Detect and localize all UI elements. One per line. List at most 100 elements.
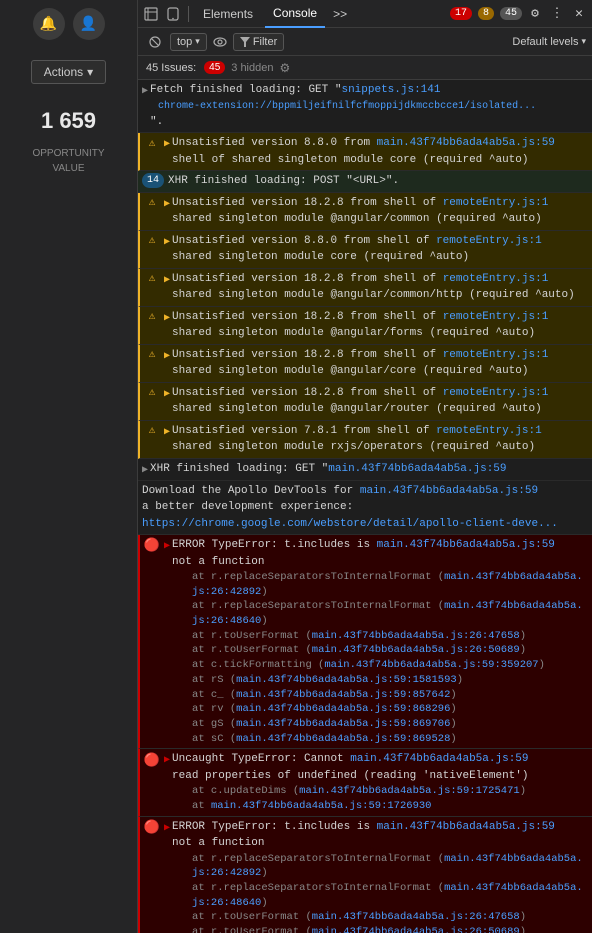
warning-icon: ⚠: [144, 136, 160, 152]
expand-arrow-icon[interactable]: ▶: [164, 273, 170, 288]
message-content: XHR finished loading: GET "main.43f74bb6…: [150, 461, 588, 478]
stop-recording-icon[interactable]: [144, 31, 166, 53]
devtools-panel: Elements Console >> 17 8 45 ⚙ ⋮ ✕ top ▾: [138, 0, 592, 933]
stack-line: at gS (main.43f74bb6ada4ab5a.js:59:86970…: [172, 717, 588, 732]
remote-entry-link-4[interactable]: remoteEntry.js:1: [443, 311, 549, 323]
label-value: VALUE: [32, 161, 104, 176]
filter-button[interactable]: Filter: [233, 33, 284, 51]
stack-link[interactable]: main.43f74bb6ada4ab5a.js:26:42892: [192, 853, 583, 880]
expand-arrow-icon[interactable]: ▶: [164, 137, 170, 152]
stack-line: at main.43f74bb6ada4ab5a.js:59:1726930: [172, 799, 588, 814]
stack-link[interactable]: main.43f74bb6ada4ab5a.js:26:48640: [192, 600, 583, 627]
snippets-link[interactable]: snippets.js:141: [341, 84, 440, 96]
main-js-link-3[interactable]: main.43f74bb6ada4ab5a.js:59: [360, 485, 538, 497]
error-count-badge: 17: [450, 7, 472, 20]
remote-entry-link[interactable]: remoteEntry.js:1: [443, 197, 549, 209]
message-error-1: 🔴 ▶ ERROR TypeError: t.includes is main.…: [138, 535, 592, 749]
message-error-2: 🔴 ▶ Uncaught TypeError: Cannot main.43f7…: [138, 749, 592, 816]
expand-arrow-icon[interactable]: ▶: [142, 84, 148, 99]
stack-link[interactable]: main.43f74bb6ada4ab5a.js:26:47658: [312, 911, 520, 923]
expand-arrow-icon[interactable]: ▶: [142, 463, 148, 478]
settings-icon[interactable]: ⚙: [526, 5, 544, 23]
message-error-3: 🔴 ▶ ERROR TypeError: t.includes is main.…: [138, 817, 592, 933]
stack-link[interactable]: main.43f74bb6ada4ab5a.js:59:1581593: [236, 674, 457, 686]
detach-icon[interactable]: ⋮: [548, 5, 566, 23]
expand-arrow-icon[interactable]: ▶: [164, 311, 170, 326]
message-content: Unsatisfied version 7.8.1 from shell of …: [172, 423, 588, 456]
stack-line: at r.replaceSeparatorsToInternalFormat (…: [172, 881, 588, 910]
stack-link[interactable]: main.43f74bb6ada4ab5a.js:59:857642: [236, 689, 450, 701]
stack-line: at r.toUserFormat (main.43f74bb6ada4ab5a…: [172, 643, 588, 658]
message-warning-2: ⚠ ▶ Unsatisfied version 18.2.8 from shel…: [138, 193, 592, 231]
stack-link[interactable]: main.43f74bb6ada4ab5a.js:26:42892: [192, 571, 583, 598]
expand-arrow-icon[interactable]: ▶: [164, 753, 170, 768]
main-js-error-link-2[interactable]: main.43f74bb6ada4ab5a.js:59: [350, 753, 528, 765]
stack-link[interactable]: main.43f74bb6ada4ab5a.js:26:50689: [312, 926, 520, 933]
expand-arrow-icon[interactable]: ▶: [164, 387, 170, 402]
stack-link[interactable]: main.43f74bb6ada4ab5a.js:59:869528: [236, 733, 450, 745]
expand-arrow-icon[interactable]: ▶: [164, 821, 170, 836]
main-js-link-2[interactable]: main.43f74bb6ada4ab5a.js:59: [328, 463, 506, 475]
stack-link[interactable]: main.43f74bb6ada4ab5a.js:59:868296: [236, 703, 450, 715]
inspect-element-icon[interactable]: [142, 5, 160, 23]
stack-link[interactable]: main.43f74bb6ada4ab5a.js:26:50689: [312, 644, 520, 656]
warning-icon: ⚠: [144, 386, 160, 402]
eye-icon[interactable]: [211, 33, 229, 51]
tab-more[interactable]: >>: [329, 0, 351, 28]
remote-entry-link-2[interactable]: remoteEntry.js:1: [436, 235, 542, 247]
stack-line: at r.replaceSeparatorsToInternalFormat (…: [172, 570, 588, 599]
expand-arrow-icon[interactable]: ▶: [164, 349, 170, 364]
error-icon: 🔴: [144, 538, 160, 554]
stack-line: at r.replaceSeparatorsToInternalFormat (…: [172, 852, 588, 881]
remote-entry-link-7[interactable]: remoteEntry.js:1: [436, 425, 542, 437]
tab-console[interactable]: Console: [265, 0, 325, 28]
hidden-count-label: 3 hidden: [231, 62, 273, 74]
warning-icon: ⚠: [144, 196, 160, 212]
message-warning-3: ⚠ ▶ Unsatisfied version 8.8.0 from shell…: [138, 231, 592, 269]
stack-link[interactable]: main.43f74bb6ada4ab5a.js:26:47658: [312, 630, 520, 642]
chrome-store-link[interactable]: https://chrome.google.com/webstore/detai…: [142, 518, 558, 530]
expand-arrow-icon[interactable]: ▶: [164, 197, 170, 212]
sidebar-labels: OPPORTUNITY VALUE: [32, 146, 104, 176]
expand-arrow-icon[interactable]: ▶: [164, 425, 170, 440]
remote-entry-link-5[interactable]: remoteEntry.js:1: [443, 349, 549, 361]
number-display: 1 659: [41, 108, 96, 134]
issues-gear-icon[interactable]: ⚙: [279, 61, 290, 75]
error-icon: 🔴: [144, 752, 160, 768]
expand-arrow-icon[interactable]: ▶: [164, 539, 170, 554]
main-js-error-link-3[interactable]: main.43f74bb6ada4ab5a.js:59: [377, 821, 555, 833]
device-toolbar-icon[interactable]: [164, 5, 182, 23]
stack-link[interactable]: main.43f74bb6ada4ab5a.js:26:48640: [192, 882, 583, 909]
level-select[interactable]: top ▾: [170, 33, 207, 51]
devtools-toolbar2: top ▾ Filter Default levels ▾: [138, 28, 592, 56]
actions-button[interactable]: Actions ▾: [31, 60, 106, 84]
stack-line: at c.updateDims (main.43f74bb6ada4ab5a.j…: [172, 784, 588, 799]
stack-link[interactable]: main.43f74bb6ada4ab5a.js:59:359207: [324, 659, 538, 671]
default-levels-button[interactable]: Default levels ▾: [512, 36, 586, 48]
stack-link[interactable]: main.43f74bb6ada4ab5a.js:59:869706: [236, 718, 450, 730]
left-sidebar: 🔔 👤 Actions ▾ 1 659 OPPORTUNITY VALUE: [0, 0, 138, 933]
user-avatar[interactable]: 👤: [73, 8, 105, 40]
level-chevron-icon: ▾: [195, 36, 200, 47]
message-content: Unsatisfied version 18.2.8 from shell of…: [172, 347, 588, 380]
message-apollo: Download the Apollo DevTools for main.43…: [138, 481, 592, 536]
remote-entry-link-6[interactable]: remoteEntry.js:1: [443, 387, 549, 399]
stack-link[interactable]: main.43f74bb6ada4ab5a.js:59:1725471: [299, 785, 520, 797]
stack-line: at r.toUserFormat (main.43f74bb6ada4ab5a…: [172, 629, 588, 644]
main-js-error-link[interactable]: main.43f74bb6ada4ab5a.js:59: [377, 539, 555, 551]
main-js-link[interactable]: main.43f74bb6ada4ab5a.js:59: [377, 137, 555, 149]
bell-icon[interactable]: 🔔: [33, 8, 65, 40]
chevron-down-icon: ▾: [87, 65, 93, 79]
issues-bar: 45 Issues: 45 3 hidden ⚙: [138, 56, 592, 80]
expand-arrow-icon[interactable]: ▶: [164, 235, 170, 250]
close-icon[interactable]: ✕: [570, 5, 588, 23]
console-messages[interactable]: ▶ Fetch finished loading: GET "snippets.…: [138, 80, 592, 933]
warning-icon: ⚠: [144, 348, 160, 364]
remote-entry-link-3[interactable]: remoteEntry.js:1: [443, 273, 549, 285]
tab-elements[interactable]: Elements: [195, 0, 261, 28]
message-warning-8: ⚠ ▶ Unsatisfied version 7.8.1 from shell…: [138, 421, 592, 459]
stack-line: at r.toUserFormat (main.43f74bb6ada4ab5a…: [172, 925, 588, 933]
stack-link[interactable]: main.43f74bb6ada4ab5a.js:59:1726930: [211, 800, 432, 812]
message-warning-1: ⚠ ▶ Unsatisfied version 8.8.0 from main.…: [138, 133, 592, 171]
message-content: XHR finished loading: POST "<URL>".: [168, 173, 588, 190]
